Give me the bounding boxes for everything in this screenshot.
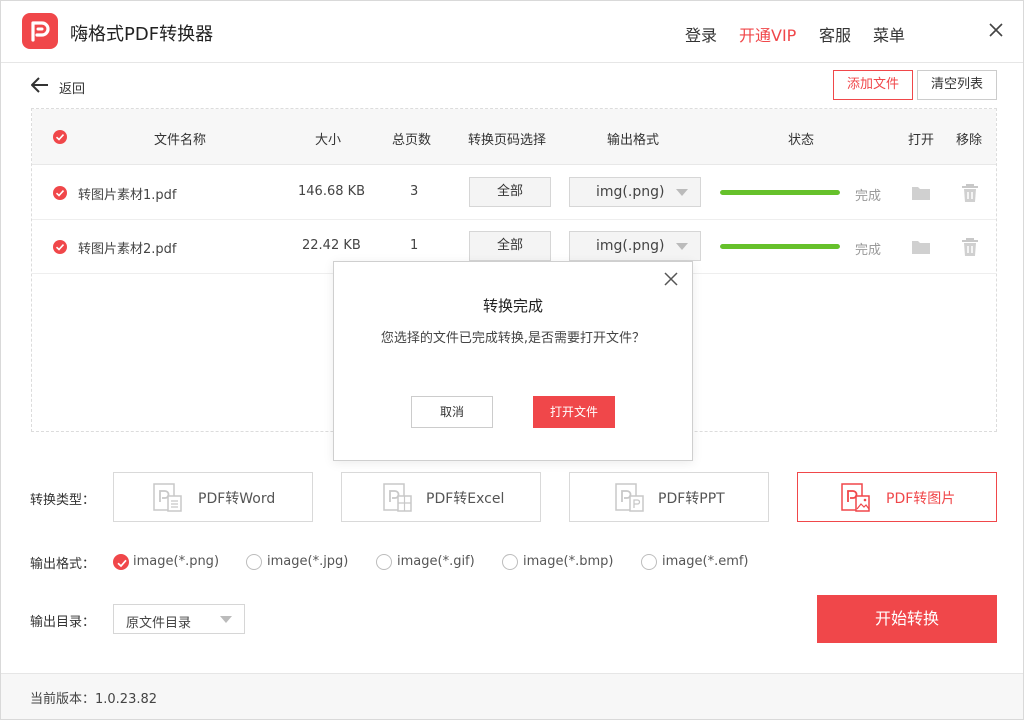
- page-select-button[interactable]: 全部: [469, 231, 551, 261]
- radio-gif[interactable]: [376, 554, 392, 570]
- close-icon[interactable]: [985, 19, 1007, 41]
- radio-label-jpg[interactable]: image(*.jpg): [267, 554, 348, 569]
- chevron-down-icon: [676, 243, 688, 250]
- chevron-down-icon: [676, 189, 688, 196]
- folder-icon[interactable]: [911, 238, 931, 260]
- app-logo-icon: [22, 13, 58, 49]
- radio-label-bmp[interactable]: image(*.bmp): [523, 554, 613, 569]
- output-dir-value: 原文件目录: [126, 616, 192, 631]
- radio-bmp[interactable]: [502, 554, 518, 570]
- radio-label-png[interactable]: image(*.png): [133, 554, 219, 569]
- progress-fill: [720, 190, 840, 195]
- radio-jpg[interactable]: [246, 554, 262, 570]
- format-select[interactable]: img(.png): [569, 177, 701, 207]
- row-checkbox[interactable]: [53, 240, 67, 254]
- type-label: PDF转Word: [198, 491, 276, 507]
- back-button[interactable]: 返回: [59, 78, 85, 97]
- radio-label-emf[interactable]: image(*.emf): [662, 554, 749, 569]
- header-format: 输出格式: [607, 133, 660, 148]
- radio-png[interactable]: [113, 554, 129, 570]
- trash-icon[interactable]: [961, 237, 979, 261]
- progress-fill: [720, 244, 840, 249]
- type-pdf-to-excel[interactable]: PDF转Excel: [341, 472, 541, 522]
- header-page-select: 转换页码选择: [468, 133, 547, 148]
- select-all-checkbox[interactable]: [53, 130, 67, 144]
- format-select-value: img(.png): [596, 184, 665, 200]
- radio-emf[interactable]: [641, 554, 657, 570]
- header-open: 打开: [908, 133, 935, 148]
- conversion-type-label: 转换类型：: [30, 493, 96, 508]
- type-pdf-to-ppt[interactable]: PDF转PPT: [569, 472, 769, 522]
- pdf-to-ppt-icon: [614, 482, 646, 518]
- status-bar: 当前版本：1.0.23.82: [1, 673, 1023, 719]
- service-link[interactable]: 客服: [819, 22, 851, 46]
- conversion-complete-dialog: 转换完成 您选择的文件已完成转换,是否需要打开文件？ 取消 打开文件: [333, 261, 693, 461]
- title-bar: 嗨格式PDF转换器 登录 开通VIP 客服 菜单: [1, 1, 1023, 63]
- pdf-to-word-icon: [152, 482, 184, 518]
- trash-icon[interactable]: [961, 183, 979, 207]
- file-pages: 1: [410, 238, 419, 253]
- header-size: 大小: [315, 133, 342, 148]
- row-checkbox[interactable]: [53, 186, 67, 200]
- status-text: 完成: [855, 189, 882, 204]
- vip-link[interactable]: 开通VIP: [739, 22, 796, 46]
- folder-icon[interactable]: [911, 184, 931, 206]
- file-name: 转图片素材1.pdf: [78, 188, 177, 203]
- output-format-label: 输出格式：: [30, 557, 96, 572]
- table-header: 文件名称 大小 总页数 转换页码选择 输出格式 状态 打开 移除: [32, 109, 996, 165]
- dialog-message: 您选择的文件已完成转换,是否需要打开文件？: [380, 331, 646, 346]
- format-select-value: img(.png): [596, 238, 665, 254]
- table-row: 转图片素材1.pdf 146.68 KB 3 全部 img(.png) 完成: [32, 166, 996, 220]
- format-select[interactable]: img(.png): [569, 231, 701, 261]
- start-convert-button[interactable]: 开始转换: [817, 595, 997, 643]
- header-pages: 总页数: [392, 133, 432, 148]
- app-window: 嗨格式PDF转换器 登录 开通VIP 客服 菜单 返回 添加文件 清空列表 文件…: [0, 0, 1024, 720]
- file-size: 146.68 KB: [298, 184, 366, 199]
- page-select-button[interactable]: 全部: [469, 177, 551, 207]
- header-name: 文件名称: [154, 133, 207, 148]
- add-file-button[interactable]: 添加文件: [833, 70, 913, 100]
- type-pdf-to-image[interactable]: PDF转图片: [797, 472, 997, 522]
- type-label: PDF转PPT: [658, 491, 725, 507]
- clear-list-button[interactable]: 清空列表: [917, 70, 997, 100]
- cancel-button[interactable]: 取消: [411, 396, 493, 428]
- type-pdf-to-word[interactable]: PDF转Word: [113, 472, 313, 522]
- app-title: 嗨格式PDF转换器: [70, 24, 214, 45]
- type-label: PDF转图片: [886, 491, 956, 507]
- login-link[interactable]: 登录: [685, 22, 717, 46]
- open-file-button[interactable]: 打开文件: [533, 396, 615, 428]
- dialog-title: 转换完成: [482, 297, 543, 315]
- file-name: 转图片素材2.pdf: [78, 242, 177, 257]
- status-text: 完成: [855, 243, 882, 258]
- menu-link[interactable]: 菜单: [873, 22, 905, 46]
- header-remove: 移除: [956, 133, 983, 148]
- file-pages: 3: [410, 184, 419, 199]
- version-text: 当前版本：1.0.23.82: [30, 692, 158, 707]
- type-label: PDF转Excel: [426, 491, 505, 507]
- pdf-to-excel-icon: [382, 482, 414, 518]
- back-arrow-icon[interactable]: [30, 75, 50, 95]
- output-dir-label: 输出目录：: [30, 615, 96, 630]
- progress-bar: [720, 190, 840, 195]
- file-size: 22.42 KB: [302, 238, 361, 253]
- chevron-down-icon: [220, 616, 232, 623]
- progress-bar: [720, 244, 840, 249]
- output-dir-select[interactable]: 原文件目录: [113, 604, 245, 634]
- header-status: 状态: [788, 133, 815, 148]
- radio-label-gif[interactable]: image(*.gif): [397, 554, 475, 569]
- pdf-to-image-icon: [840, 482, 872, 518]
- close-icon[interactable]: [662, 270, 680, 288]
